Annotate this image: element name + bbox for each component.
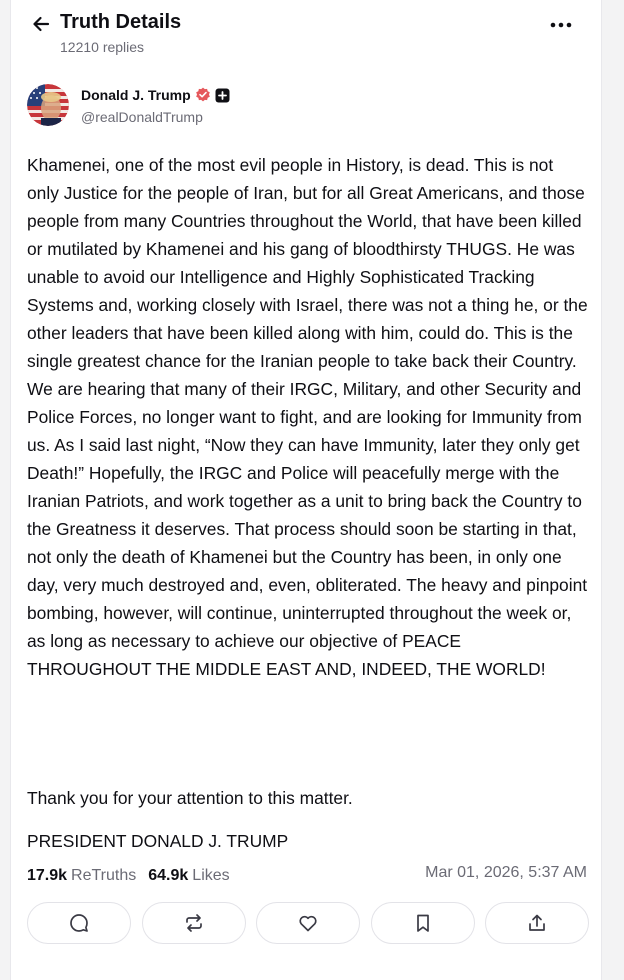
- likes-label: Likes: [192, 867, 230, 884]
- post-timestamp: Mar 01, 2026, 5:37 AM: [425, 864, 587, 881]
- retruths-label: ReTruths: [71, 867, 137, 884]
- likes-count: 64.9k: [148, 867, 189, 884]
- reply-button[interactable]: [27, 902, 131, 944]
- post-actions: [27, 902, 589, 944]
- reply-icon: [68, 912, 90, 934]
- likes-stat[interactable]: 64.9k Likes: [148, 867, 229, 885]
- page-header: Truth Details 12210 replies: [11, 0, 601, 64]
- truth-detail-card: Truth Details 12210 replies Donald J. Tr…: [10, 0, 602, 980]
- post-stats: 17.9k ReTruths 64.9k Likes Mar 01, 2026,…: [27, 864, 587, 888]
- back-button[interactable]: [27, 10, 55, 38]
- post-thanks-text: Thank you for your attention to this mat…: [27, 788, 353, 808]
- share-icon: [526, 912, 548, 934]
- author-name[interactable]: Donald J. Trump: [81, 87, 191, 103]
- retruths-count: 17.9k: [27, 867, 68, 884]
- bookmark-button[interactable]: [370, 902, 475, 944]
- post-body-text: Khamenei, one of the most evil people in…: [27, 155, 588, 679]
- more-horizontal-icon: [550, 22, 572, 28]
- arrow-left-icon: [31, 14, 51, 34]
- page-title: Truth Details: [60, 11, 182, 33]
- plus-badge-icon: [215, 88, 230, 103]
- replies-count: 12210 replies: [60, 39, 145, 55]
- post-signature-text: PRESIDENT DONALD J. TRUMP: [27, 831, 289, 851]
- like-icon: [297, 912, 319, 934]
- author-name-row: Donald J. Trump: [81, 87, 230, 103]
- avatar[interactable]: [27, 84, 69, 126]
- retruths-stat[interactable]: 17.9k ReTruths: [27, 867, 136, 885]
- post-author: Donald J. Trump @realDonaldTrump: [27, 84, 587, 128]
- verified-badge-icon: [195, 87, 211, 103]
- more-options-button[interactable]: [547, 13, 575, 37]
- share-button[interactable]: [485, 902, 589, 944]
- retruth-button[interactable]: [141, 902, 246, 944]
- like-button[interactable]: [256, 902, 360, 944]
- retruth-icon: [183, 912, 205, 934]
- bookmark-icon: [412, 912, 434, 934]
- author-handle[interactable]: @realDonaldTrump: [81, 109, 203, 125]
